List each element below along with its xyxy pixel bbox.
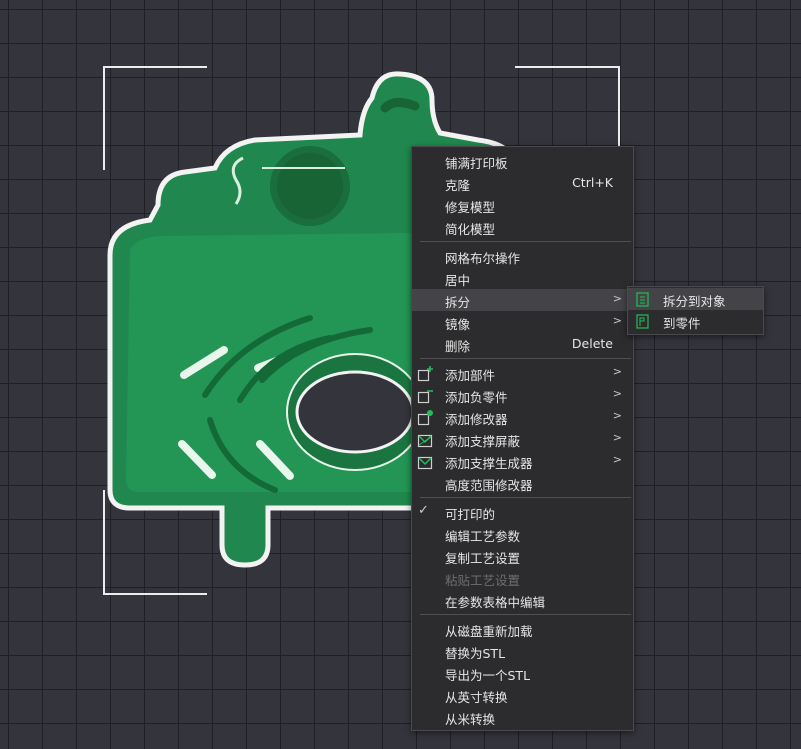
menu-item-label: 从米转换 <box>445 712 496 727</box>
checkmark-icon: ✓ <box>418 503 429 518</box>
menu-shortcut: Delete <box>571 336 613 351</box>
menu-item-split[interactable]: 拆分 > <box>412 289 633 311</box>
add-modifier-icon <box>417 410 433 426</box>
menu-item-delete[interactable]: 删除 Delete <box>412 333 633 355</box>
model-scene <box>103 66 620 595</box>
menu-item-label: 添加部件 <box>445 368 496 383</box>
chevron-right-icon: > <box>612 409 622 422</box>
menu-shortcut: Ctrl+K <box>572 175 613 190</box>
menu-item-label: 高度范围修改器 <box>445 478 533 493</box>
menu-item-label: 删除 <box>445 339 471 354</box>
menu-item-reload-from-disk[interactable]: 从磁盘重新加载 <box>412 618 633 640</box>
menu-item-repair-model[interactable]: 修复模型 <box>412 194 633 216</box>
menu-item-label: 粘贴工艺设置 <box>445 573 521 588</box>
menu-item-label: 拆分到对象 <box>663 294 726 309</box>
chevron-right-icon: > <box>612 292 622 305</box>
chevron-right-icon: > <box>612 431 622 444</box>
menu-item-edit-in-table[interactable]: 在参数表格中编辑 <box>412 589 633 611</box>
split-to-objects-icon <box>636 292 649 307</box>
split-submenu: 拆分到对象 到零件 <box>627 286 764 335</box>
menu-item-add-part[interactable]: 添加部件 > <box>412 362 633 384</box>
menu-item-add-support-blocker[interactable]: 添加支撑屏蔽 > <box>412 428 633 450</box>
context-menu: 铺满打印板 克隆 Ctrl+K 修复模型 简化模型 网格布尔操作 居中 拆分 > 镜… <box>411 146 634 731</box>
menu-item-convert-from-meter[interactable]: 从米转换 <box>412 706 633 728</box>
menu-separator <box>420 497 631 498</box>
add-part-icon <box>417 366 433 382</box>
menu-item-center[interactable]: 居中 <box>412 267 633 289</box>
split-to-parts-icon <box>636 314 649 329</box>
menu-item-label: 导出为一个STL <box>445 668 531 683</box>
menu-item-label: 可打印的 <box>445 507 496 522</box>
support-blocker-icon <box>417 434 433 448</box>
menu-item-add-negative-part[interactable]: 添加负零件 > <box>412 384 633 406</box>
menu-item-add-modifier[interactable]: 添加修改器 > <box>412 406 633 428</box>
menu-separator <box>420 241 631 242</box>
menu-item-label: 添加支撑屏蔽 <box>445 434 521 449</box>
menu-separator <box>420 614 631 615</box>
menu-item-label: 铺满打印板 <box>445 156 508 171</box>
submenu-item-split-to-objects[interactable]: 拆分到对象 <box>628 288 763 310</box>
menu-item-convert-from-inch[interactable]: 从英寸转换 <box>412 684 633 706</box>
menu-item-label: 拆分 <box>445 295 471 310</box>
menu-separator <box>420 358 631 359</box>
menu-item-mirror[interactable]: 镜像 > <box>412 311 633 333</box>
menu-item-printable[interactable]: ✓ 可打印的 <box>412 501 633 523</box>
support-enforcer-icon <box>417 456 433 470</box>
menu-item-replace-with-stl[interactable]: 替换为STL <box>412 640 633 662</box>
menu-item-label: 修复模型 <box>445 200 496 215</box>
menu-item-fill-bed[interactable]: 铺满打印板 <box>412 150 633 172</box>
menu-item-label: 克隆 <box>445 178 471 193</box>
menu-item-label: 网格布尔操作 <box>445 251 521 266</box>
chevron-right-icon: > <box>612 453 622 466</box>
menu-item-label: 镜像 <box>445 317 471 332</box>
menu-item-export-as-stl[interactable]: 导出为一个STL <box>412 662 633 684</box>
submenu-item-split-to-parts[interactable]: 到零件 <box>628 310 763 332</box>
menu-item-label: 编辑工艺参数 <box>445 529 521 544</box>
chevron-right-icon: > <box>612 365 622 378</box>
menu-item-add-support-enforcer[interactable]: 添加支撑生成器 > <box>412 450 633 472</box>
menu-item-label: 在参数表格中编辑 <box>445 595 546 610</box>
menu-item-label: 从英寸转换 <box>445 690 508 705</box>
menu-item-label: 添加负零件 <box>445 390 508 405</box>
menu-item-simplify-model[interactable]: 简化模型 <box>412 216 633 238</box>
add-negative-part-icon <box>417 390 433 404</box>
menu-item-label: 添加修改器 <box>445 412 508 427</box>
menu-item-copy-process-settings[interactable]: 复制工艺设置 <box>412 545 633 567</box>
chevron-right-icon: > <box>612 314 622 327</box>
menu-item-label: 添加支撑生成器 <box>445 456 533 471</box>
3d-viewport[interactable] <box>0 0 801 749</box>
menu-item-label: 简化模型 <box>445 222 496 237</box>
menu-item-edit-process-params[interactable]: 编辑工艺参数 <box>412 523 633 545</box>
menu-item-label: 到零件 <box>663 316 701 331</box>
menu-item-label: 居中 <box>445 273 471 288</box>
menu-item-label: 复制工艺设置 <box>445 551 521 566</box>
menu-item-label: 从磁盘重新加载 <box>445 624 533 639</box>
menu-item-mesh-boolean[interactable]: 网格布尔操作 <box>412 245 633 267</box>
menu-item-paste-process-settings: 粘贴工艺设置 <box>412 567 633 589</box>
menu-item-height-range-modifier[interactable]: 高度范围修改器 <box>412 472 633 494</box>
menu-item-label: 替换为STL <box>445 646 506 661</box>
menu-item-clone[interactable]: 克隆 Ctrl+K <box>412 172 633 194</box>
chevron-right-icon: > <box>612 387 622 400</box>
